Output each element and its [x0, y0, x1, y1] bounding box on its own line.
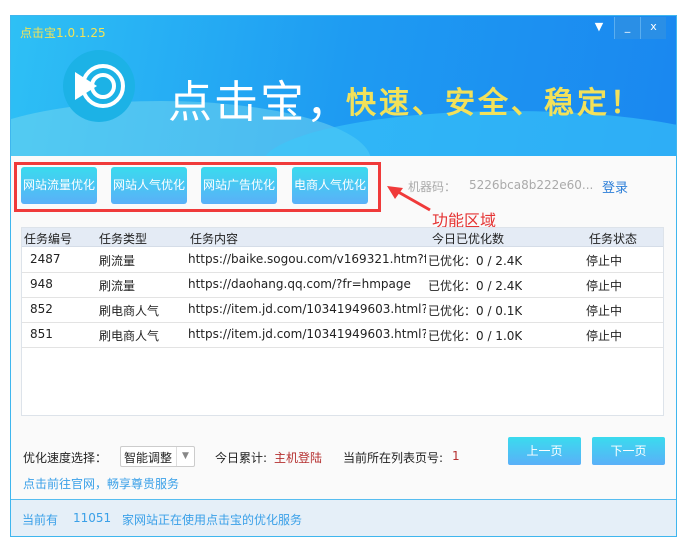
cell-status: 停止中 [586, 329, 623, 343]
banner-slogan: 快速、安全、稳定！ [346, 86, 643, 121]
minimize-button[interactable]: _ [614, 17, 640, 39]
cell-content: https://item.jd.com/10341949603.html?j [188, 302, 426, 316]
col-id[interactable]: 任务编号 [24, 230, 72, 247]
highlight-box [14, 162, 381, 212]
col-status[interactable]: 任务状态 [589, 230, 637, 247]
cell-optimized: 已优化：0 / 2.4K [428, 254, 523, 268]
page-number-value: 1 [452, 449, 460, 463]
col-type[interactable]: 任务类型 [99, 230, 147, 247]
table-row[interactable]: 851 刷电商人气 https://item.jd.com/1034194960… [22, 323, 663, 348]
cell-type: 刷流量 [99, 254, 136, 268]
menu-dropdown-button[interactable]: ▼ [586, 17, 612, 39]
task-table: 任务编号 任务类型 任务内容 今日已优化数 任务状态 2487 刷流量 http… [21, 227, 664, 416]
cell-id: 851 [30, 327, 53, 341]
table-row[interactable]: 948 刷流量 https://daohang.qq.com/?fr=hmpag… [22, 273, 663, 298]
cell-type: 刷流量 [99, 279, 136, 293]
prev-page-button[interactable]: 上一页 [508, 437, 581, 465]
app-window: 点击宝1.0.1.25 ▼ _ x 点击宝， 快速、安全、稳定！ 网站流量优化 … [10, 15, 677, 537]
banner-brand: 点击宝， [168, 77, 352, 128]
cell-status: 停止中 [586, 254, 623, 268]
status-count: 11051 [73, 511, 112, 525]
status-prefix: 当前有 [22, 513, 59, 527]
col-content[interactable]: 任务内容 [190, 230, 238, 247]
today-total-value: 主机登陆 [274, 451, 323, 465]
official-site-link[interactable]: 点击前往官网，畅享尊贵服务 [23, 475, 179, 492]
cell-id: 948 [30, 277, 53, 291]
today-total-label: 今日累计: [215, 451, 268, 465]
cell-type: 刷电商人气 [99, 304, 160, 318]
banner-header: 点击宝1.0.1.25 ▼ _ x 点击宝， 快速、安全、稳定！ [11, 16, 676, 156]
cell-status: 停止中 [586, 279, 623, 293]
speed-select[interactable]: 智能调整 ▼ [120, 446, 195, 467]
cell-content: https://item.jd.com/10341949603.html?j [188, 327, 426, 341]
chevron-down-icon[interactable]: ▼ [176, 447, 194, 466]
machine-code-value: 5226bca8b222e60... [469, 178, 594, 192]
close-button[interactable]: x [640, 17, 666, 39]
status-suffix: 家网站正在使用点击宝的优化服务 [122, 513, 303, 527]
cell-optimized: 已优化：0 / 0.1K [428, 304, 523, 318]
machine-code-label: 机器码： [408, 180, 457, 194]
cell-type: 刷电商人气 [99, 329, 160, 343]
col-optimized[interactable]: 今日已优化数 [432, 230, 504, 247]
cell-content: https://daohang.qq.com/?fr=hmpage [188, 277, 411, 291]
cell-status: 停止中 [586, 304, 623, 318]
cell-id: 2487 [30, 252, 61, 266]
status-bar: 当前有 11051 家网站正在使用点击宝的优化服务 [11, 499, 676, 536]
app-logo-icon [63, 50, 135, 122]
cell-content: https://baike.sogou.com/v169321.htm?f [188, 252, 426, 266]
page-number-label: 当前所在列表页号: [343, 451, 444, 465]
table-header: 任务编号 任务类型 任务内容 今日已优化数 任务状态 [22, 228, 663, 247]
next-page-button[interactable]: 下一页 [592, 437, 665, 465]
cell-optimized: 已优化：0 / 2.4K [428, 279, 523, 293]
window-title: 点击宝1.0.1.25 [20, 26, 106, 40]
table-row[interactable]: 852 刷电商人气 https://item.jd.com/1034194960… [22, 298, 663, 323]
speed-value: 智能调整 [124, 451, 173, 465]
table-row[interactable]: 2487 刷流量 https://baike.sogou.com/v169321… [22, 248, 663, 273]
cell-optimized: 已优化：0 / 1.0K [428, 329, 523, 343]
login-link[interactable]: 登录 [602, 177, 628, 196]
speed-label: 优化速度选择： [23, 451, 108, 465]
cell-id: 852 [30, 302, 53, 316]
